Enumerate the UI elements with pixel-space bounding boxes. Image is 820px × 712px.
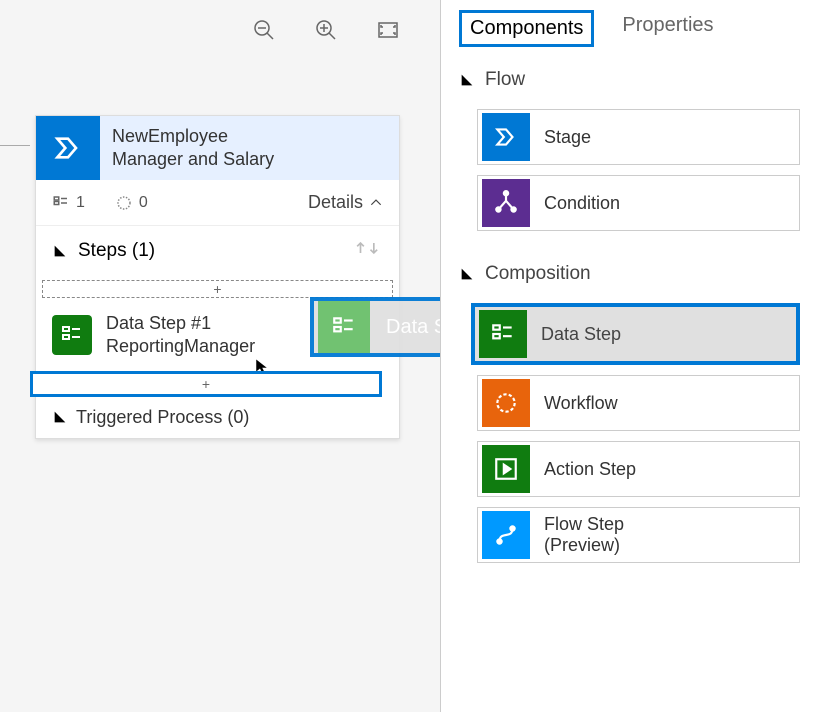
canvas-toolbar [0, 18, 440, 42]
details-toggle[interactable]: Details [308, 192, 383, 213]
reorder-arrows-icon[interactable] [353, 238, 383, 264]
data-step-icon [479, 310, 527, 358]
fit-screen-icon[interactable] [376, 18, 400, 42]
triggered-process-row[interactable]: Triggered Process (0) [36, 397, 399, 438]
collapse-triangle-icon [459, 266, 475, 282]
tab-components[interactable]: Components [459, 10, 594, 47]
component-condition[interactable]: Condition [477, 175, 800, 231]
zoom-in-icon[interactable] [314, 18, 338, 42]
dropzone-before[interactable]: + [42, 280, 393, 298]
stage-header[interactable]: NewEmployee Manager and Salary [36, 116, 399, 180]
stage-title-line1: NewEmployee [112, 125, 274, 148]
component-flow-step-label: Flow Step (Preview) [544, 514, 624, 555]
tab-properties[interactable]: Properties [614, 10, 721, 47]
component-data-step-highlight[interactable]: Data Step [471, 303, 800, 365]
fields-count: 1 [52, 194, 85, 212]
section-flow[interactable]: Flow [441, 47, 820, 99]
component-condition-label: Condition [544, 193, 620, 214]
stage-card[interactable]: NewEmployee Manager and Salary 1 0 Detai… [35, 115, 400, 439]
component-flow-step[interactable]: Flow Step (Preview) [477, 507, 800, 563]
stage-chevron-icon [482, 113, 530, 161]
connector-line [0, 145, 30, 146]
zoom-out-icon[interactable] [252, 18, 276, 42]
steps-header-text: Steps (1) [78, 240, 155, 262]
component-action-step-label: Action Step [544, 459, 636, 480]
workflow-count: 0 [115, 194, 148, 212]
dropzone-after-highlight[interactable]: + [30, 371, 382, 397]
collapse-triangle-icon [52, 243, 68, 259]
components-panel: Components Properties Flow Stage Conditi… [440, 0, 820, 712]
collapse-triangle-icon [52, 409, 68, 425]
section-composition[interactable]: Composition [441, 241, 820, 293]
data-step-icon [52, 315, 92, 355]
action-step-icon [482, 445, 530, 493]
component-stage-label: Stage [544, 127, 591, 148]
component-data-step-label: Data Step [541, 324, 621, 345]
component-stage[interactable]: Stage [477, 109, 800, 165]
steps-header[interactable]: Steps (1) [36, 226, 399, 276]
stage-chevron-icon [36, 116, 100, 180]
component-action-step[interactable]: Action Step [477, 441, 800, 497]
data-step-text: Data Step #1 ReportingManager [106, 312, 255, 359]
condition-icon [482, 179, 530, 227]
component-workflow[interactable]: Workflow [477, 375, 800, 431]
stage-title-line2: Manager and Salary [112, 148, 274, 171]
panel-tabs: Components Properties [441, 10, 820, 47]
stage-title: NewEmployee Manager and Salary [100, 125, 274, 172]
component-workflow-label: Workflow [544, 393, 618, 414]
stage-stats-row: 1 0 Details [36, 180, 399, 226]
data-step-icon [318, 301, 370, 353]
flow-step-icon [482, 511, 530, 559]
workflow-icon [482, 379, 530, 427]
collapse-triangle-icon [459, 72, 475, 88]
